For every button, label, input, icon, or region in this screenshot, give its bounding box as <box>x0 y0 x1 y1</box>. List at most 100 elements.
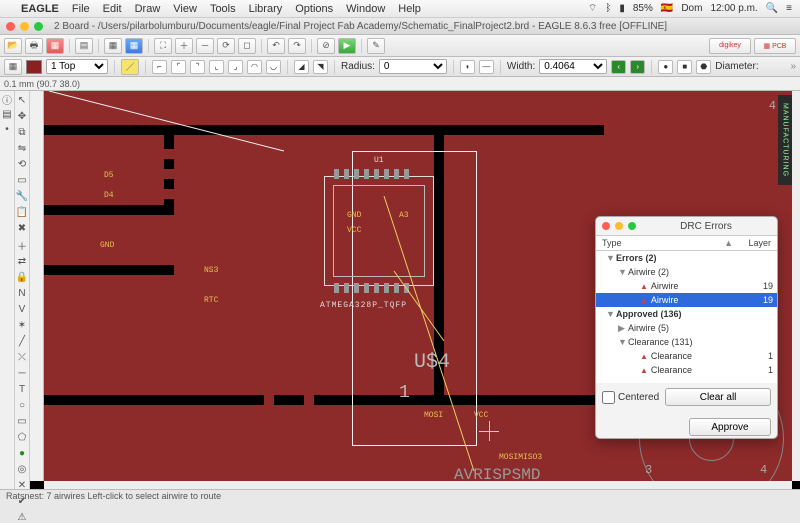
layer-select[interactable]: 1 Top <box>46 59 108 74</box>
drc-row[interactable]: ▲Clearance1 <box>596 363 777 377</box>
drc-clear-all-button[interactable]: Clear all <box>665 388 771 406</box>
drc-col-layer[interactable]: Layer <box>733 238 771 248</box>
bend-5-button[interactable]: ◠ <box>247 60 262 74</box>
grid-button[interactable]: ▦ <box>4 59 22 75</box>
drc-col-type[interactable]: Type <box>602 238 724 248</box>
info-tool[interactable]: ⓘ <box>1 93 13 105</box>
width-select[interactable]: 0.4064 <box>539 59 607 74</box>
width-minus-button[interactable]: ‹ <box>611 60 626 74</box>
wire-tool[interactable]: ─ <box>16 368 28 379</box>
drill-square-button[interactable]: ■ <box>677 60 692 74</box>
bend-6-button[interactable]: ◡ <box>266 60 281 74</box>
lock-tool[interactable]: 🔒 <box>16 272 28 283</box>
menu-view[interactable]: View <box>173 3 197 15</box>
drc-approve-button[interactable]: Approve <box>689 418 771 436</box>
minimize-window-button[interactable] <box>20 22 29 31</box>
bend-3-button[interactable]: ⌞ <box>209 60 224 74</box>
miter-button[interactable]: ◢ <box>294 60 309 74</box>
flag-icon[interactable]: 🇪🇸 <box>661 3 673 14</box>
menu-help[interactable]: Help <box>398 3 421 15</box>
marker-tool[interactable]: • <box>1 123 13 135</box>
layer-color-swatch[interactable] <box>26 60 42 74</box>
bend-2-button[interactable]: ⌝ <box>190 60 205 74</box>
width-plus-button[interactable]: › <box>630 60 645 74</box>
notifications-icon[interactable]: ≡ <box>786 3 792 14</box>
zoom-select-button[interactable]: ◻ <box>238 38 256 54</box>
cam-button[interactable]: ▦ <box>46 38 64 54</box>
paste-tool[interactable]: 📋 <box>16 207 28 218</box>
drill-round-button[interactable]: ● <box>658 60 673 74</box>
menu-options[interactable]: Options <box>295 3 333 15</box>
battery-icon[interactable]: ▮ <box>619 3 625 14</box>
bend-0-button[interactable]: ⌐ <box>152 60 167 74</box>
mirror-tool[interactable]: ⇋ <box>16 143 28 154</box>
menu-window[interactable]: Window <box>346 3 385 15</box>
drc-zoom-button[interactable] <box>628 222 636 230</box>
errors-tool[interactable]: ⚠ <box>16 512 28 523</box>
drc-list[interactable]: ▼Errors (2)▼Airwire (2)▲Airwire19▲Airwir… <box>596 251 777 383</box>
drc-row[interactable]: ▲Clearance1 <box>596 349 777 363</box>
radius-select[interactable]: 0 <box>379 59 447 74</box>
menu-tools[interactable]: Tools <box>210 3 236 15</box>
replace-tool[interactable]: ⇄ <box>16 256 28 267</box>
go-button[interactable]: ▶ <box>338 38 356 54</box>
name-tool[interactable]: N <box>16 288 28 299</box>
digikey-button[interactable]: digikey <box>709 38 751 54</box>
redo-button[interactable]: ↷ <box>288 38 306 54</box>
manufacturing-button[interactable]: ▦ <box>125 38 143 54</box>
zoom-redraw-button[interactable]: ⟳ <box>217 38 235 54</box>
undo-button[interactable]: ↶ <box>267 38 285 54</box>
wire-cap-button[interactable]: ◖ <box>460 60 475 74</box>
select-tool[interactable]: ↖ <box>16 95 28 106</box>
drc-close-button[interactable] <box>602 222 610 230</box>
zoom-window-button[interactable] <box>34 22 43 31</box>
bluetooth-icon[interactable]: ᛒ <box>605 3 611 14</box>
ratsnest-tool[interactable]: ✕ <box>16 480 28 491</box>
drc-minimize-button[interactable] <box>615 222 623 230</box>
menu-draw[interactable]: Draw <box>135 3 161 15</box>
search-icon[interactable]: 🔍 <box>766 3 778 14</box>
copy-tool[interactable]: ⧉ <box>16 127 28 138</box>
close-window-button[interactable] <box>6 22 15 31</box>
poly-tool[interactable]: ⬠ <box>16 432 28 443</box>
change-tool[interactable]: 🔧 <box>16 191 28 202</box>
menu-edit[interactable]: Edit <box>103 3 122 15</box>
drc-row[interactable]: ▶Airwire (5) <box>596 321 777 335</box>
horizontal-scrollbar[interactable] <box>44 481 792 489</box>
drc-row[interactable]: ▲Airwire19 <box>596 293 777 307</box>
route-tool[interactable]: ╱ <box>16 336 28 347</box>
zoom-out-button[interactable]: － <box>196 38 214 54</box>
ripup-tool[interactable]: ⤫ <box>16 352 28 363</box>
circle-tool[interactable]: ○ <box>16 400 28 411</box>
layers-tool[interactable]: ▤ <box>1 108 13 120</box>
bend-1-button[interactable]: ⌜ <box>171 60 186 74</box>
board-button[interactable]: ▦ <box>104 38 122 54</box>
hole-tool[interactable]: ◎ <box>16 464 28 475</box>
style-continuous-button[interactable]: ／ <box>121 59 139 75</box>
miter-round-button[interactable]: ◥ <box>313 60 328 74</box>
rotate-tool[interactable]: ⟲ <box>16 159 28 170</box>
drc-row[interactable]: ▼Airwire (2) <box>596 265 777 279</box>
move-tool[interactable]: ✥ <box>16 111 28 122</box>
schematic-button[interactable]: ▤ <box>75 38 93 54</box>
menu-file[interactable]: File <box>72 3 90 15</box>
manufacturing-tab[interactable]: MANUFACTURING <box>778 95 792 185</box>
app-menu[interactable]: EAGLE <box>21 3 59 15</box>
drc-row[interactable]: ▲Airwire19 <box>596 279 777 293</box>
menu-library[interactable]: Library <box>249 3 283 15</box>
add-tool[interactable]: ＋ <box>16 239 28 251</box>
group-tool[interactable]: ▭ <box>16 175 28 186</box>
delete-tool[interactable]: ✖ <box>16 223 28 234</box>
pcb-quote-button[interactable]: ▦ PCB <box>754 38 796 54</box>
bend-4-button[interactable]: ⌟ <box>228 60 243 74</box>
vertical-scrollbar[interactable] <box>792 91 800 481</box>
via-tool[interactable]: ● <box>16 448 28 459</box>
text-tool[interactable]: T <box>16 384 28 395</box>
wire-cap2-button[interactable]: ― <box>479 60 494 74</box>
open-button[interactable]: 📂 <box>4 38 22 54</box>
smash-tool[interactable]: ✶ <box>16 320 28 331</box>
drill-oct-button[interactable]: ⬣ <box>696 60 711 74</box>
drc-row[interactable]: ▼Clearance (131) <box>596 335 777 349</box>
rect-tool[interactable]: ▭ <box>16 416 28 427</box>
ulp-button[interactable]: ✎ <box>367 38 385 54</box>
